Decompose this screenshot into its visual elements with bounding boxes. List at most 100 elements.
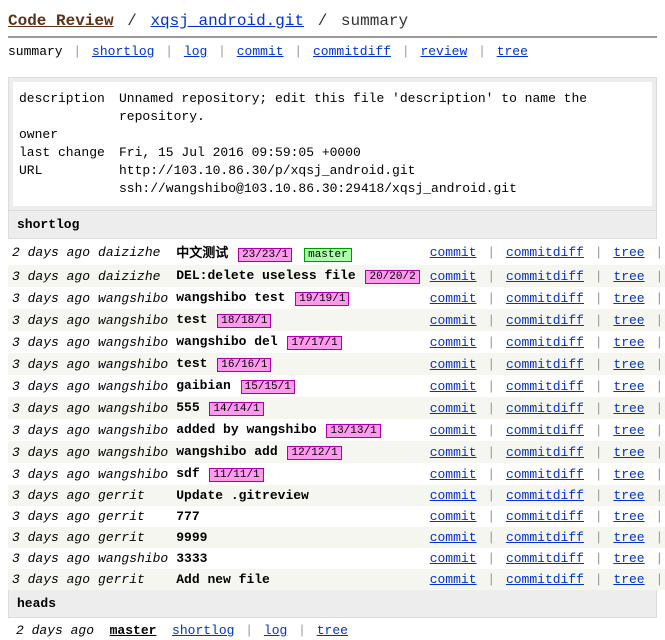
table-row: 3 days agogerrit9999commit | commitdiff … xyxy=(8,527,665,548)
action-commit[interactable]: commit xyxy=(430,379,477,394)
action-commitdiff[interactable]: commitdiff xyxy=(506,423,584,438)
action-commit[interactable]: commit xyxy=(430,445,477,460)
action-commit[interactable]: commit xyxy=(430,488,477,503)
action-tree[interactable]: tree xyxy=(613,313,644,328)
action-tree[interactable]: tree xyxy=(613,401,644,416)
ref-badge[interactable]: 23/23/1 xyxy=(238,248,292,262)
action-tree[interactable]: tree xyxy=(613,423,644,438)
action-tree[interactable]: tree xyxy=(613,379,644,394)
ref-badge[interactable]: 14/14/1 xyxy=(209,402,263,416)
action-commit[interactable]: commit xyxy=(430,245,477,260)
action-tree[interactable]: tree xyxy=(613,335,644,350)
commit-actions: commit | commitdiff | tree | snapshot xyxy=(426,239,665,265)
nav-shortlog[interactable]: shortlog xyxy=(92,44,154,59)
nav-commit[interactable]: commit xyxy=(237,44,284,59)
commit-age: 2 days ago xyxy=(8,239,94,265)
commit-age: 3 days ago xyxy=(8,485,94,506)
ref-badge[interactable]: 12/12/1 xyxy=(287,446,341,460)
action-tree[interactable]: tree xyxy=(613,291,644,306)
action-commitdiff[interactable]: commitdiff xyxy=(506,445,584,460)
commit-actions: commit | commitdiff | tree | snapshot xyxy=(426,506,665,527)
table-row: 3 days agowangshibowangshibo add 12/12/1… xyxy=(8,441,665,463)
commit-subject-cell: 777 xyxy=(172,506,425,527)
action-commitdiff[interactable]: commitdiff xyxy=(506,551,584,566)
commit-subject-cell: 中文测试 23/23/1 master xyxy=(172,239,425,265)
action-tree[interactable]: tree xyxy=(613,530,644,545)
commit-age: 3 days ago xyxy=(8,265,94,287)
action-tree[interactable]: tree xyxy=(613,357,644,372)
action-commit[interactable]: commit xyxy=(430,467,477,482)
nav-tree[interactable]: tree xyxy=(497,44,528,59)
action-tree[interactable]: tree xyxy=(613,245,644,260)
heads-log[interactable]: log xyxy=(264,623,287,638)
action-commitdiff[interactable]: commitdiff xyxy=(506,488,584,503)
action-commitdiff[interactable]: commitdiff xyxy=(506,572,584,587)
action-commit[interactable]: commit xyxy=(430,335,477,350)
action-tree[interactable]: tree xyxy=(613,269,644,284)
ref-badge[interactable]: 13/13/1 xyxy=(326,424,380,438)
commit-age: 3 days ago xyxy=(8,375,94,397)
commit-subject: Update .gitreview xyxy=(176,488,309,503)
commit-subject: gaibian xyxy=(176,378,231,393)
action-tree[interactable]: tree xyxy=(613,488,644,503)
ref-badge[interactable]: 16/16/1 xyxy=(217,358,271,372)
action-tree[interactable]: tree xyxy=(613,467,644,482)
commit-author: daizizhe xyxy=(94,239,172,265)
action-commitdiff[interactable]: commitdiff xyxy=(506,357,584,372)
action-tree[interactable]: tree xyxy=(613,509,644,524)
commit-age: 3 days ago xyxy=(8,463,94,485)
heads-shortlog[interactable]: shortlog xyxy=(172,623,234,638)
commit-actions: commit | commitdiff | tree | snapshot xyxy=(426,309,665,331)
commit-age: 3 days ago xyxy=(8,353,94,375)
commit-age: 3 days ago xyxy=(8,287,94,309)
ref-badge[interactable]: 11/11/1 xyxy=(209,468,263,482)
action-commit[interactable]: commit xyxy=(430,291,477,306)
action-tree[interactable]: tree xyxy=(613,445,644,460)
action-commitdiff[interactable]: commitdiff xyxy=(506,401,584,416)
nav-log[interactable]: log xyxy=(184,44,207,59)
heads-branch[interactable]: master xyxy=(110,623,157,638)
commit-subject-cell: gaibian 15/15/1 xyxy=(172,375,425,397)
action-commit[interactable]: commit xyxy=(430,313,477,328)
ref-badge[interactable]: 20/20/2 xyxy=(365,270,419,284)
action-tree[interactable]: tree xyxy=(613,572,644,587)
brand-link[interactable]: Code Review xyxy=(8,12,114,30)
action-commit[interactable]: commit xyxy=(430,572,477,587)
nav-commitdiff[interactable]: commitdiff xyxy=(313,44,391,59)
ref-badge[interactable]: 19/19/1 xyxy=(295,292,349,306)
table-row: 3 days agowangshibowangshibo del 17/17/1… xyxy=(8,331,665,353)
action-commitdiff[interactable]: commitdiff xyxy=(506,509,584,524)
action-commit[interactable]: commit xyxy=(430,269,477,284)
ref-badge[interactable]: 18/18/1 xyxy=(217,314,271,328)
action-commitdiff[interactable]: commitdiff xyxy=(506,313,584,328)
commit-age: 3 days ago xyxy=(8,309,94,331)
ref-badge[interactable]: 17/17/1 xyxy=(287,336,341,350)
action-commitdiff[interactable]: commitdiff xyxy=(506,291,584,306)
action-commit[interactable]: commit xyxy=(430,530,477,545)
heads-tree[interactable]: tree xyxy=(317,623,348,638)
action-commit[interactable]: commit xyxy=(430,401,477,416)
action-tree[interactable]: tree xyxy=(613,551,644,566)
master-badge[interactable]: master xyxy=(304,248,352,262)
action-commitdiff[interactable]: commitdiff xyxy=(506,245,584,260)
commit-actions: commit | commitdiff | tree | snapshot xyxy=(426,331,665,353)
commit-subject: wangshibo del xyxy=(176,334,277,349)
action-commitdiff[interactable]: commitdiff xyxy=(506,530,584,545)
commit-author: wangshibo xyxy=(94,331,172,353)
commit-subject: DEL:delete useless file xyxy=(176,268,355,283)
repo-link[interactable]: xqsj_android.git xyxy=(150,12,304,30)
action-commitdiff[interactable]: commitdiff xyxy=(506,269,584,284)
action-commit[interactable]: commit xyxy=(430,551,477,566)
ref-badge[interactable]: 15/15/1 xyxy=(241,380,295,394)
nav-review[interactable]: review xyxy=(420,44,467,59)
commit-actions: commit | commitdiff | tree | snapshot xyxy=(426,463,665,485)
commit-subject: 9999 xyxy=(176,530,207,545)
action-commitdiff[interactable]: commitdiff xyxy=(506,467,584,482)
action-commit[interactable]: commit xyxy=(430,423,477,438)
action-commitdiff[interactable]: commitdiff xyxy=(506,379,584,394)
action-commit[interactable]: commit xyxy=(430,509,477,524)
action-commitdiff[interactable]: commitdiff xyxy=(506,335,584,350)
page-title: summary xyxy=(341,12,408,30)
action-commit[interactable]: commit xyxy=(430,357,477,372)
table-row: 3 days agowangshiboadded by wangshibo 13… xyxy=(8,419,665,441)
